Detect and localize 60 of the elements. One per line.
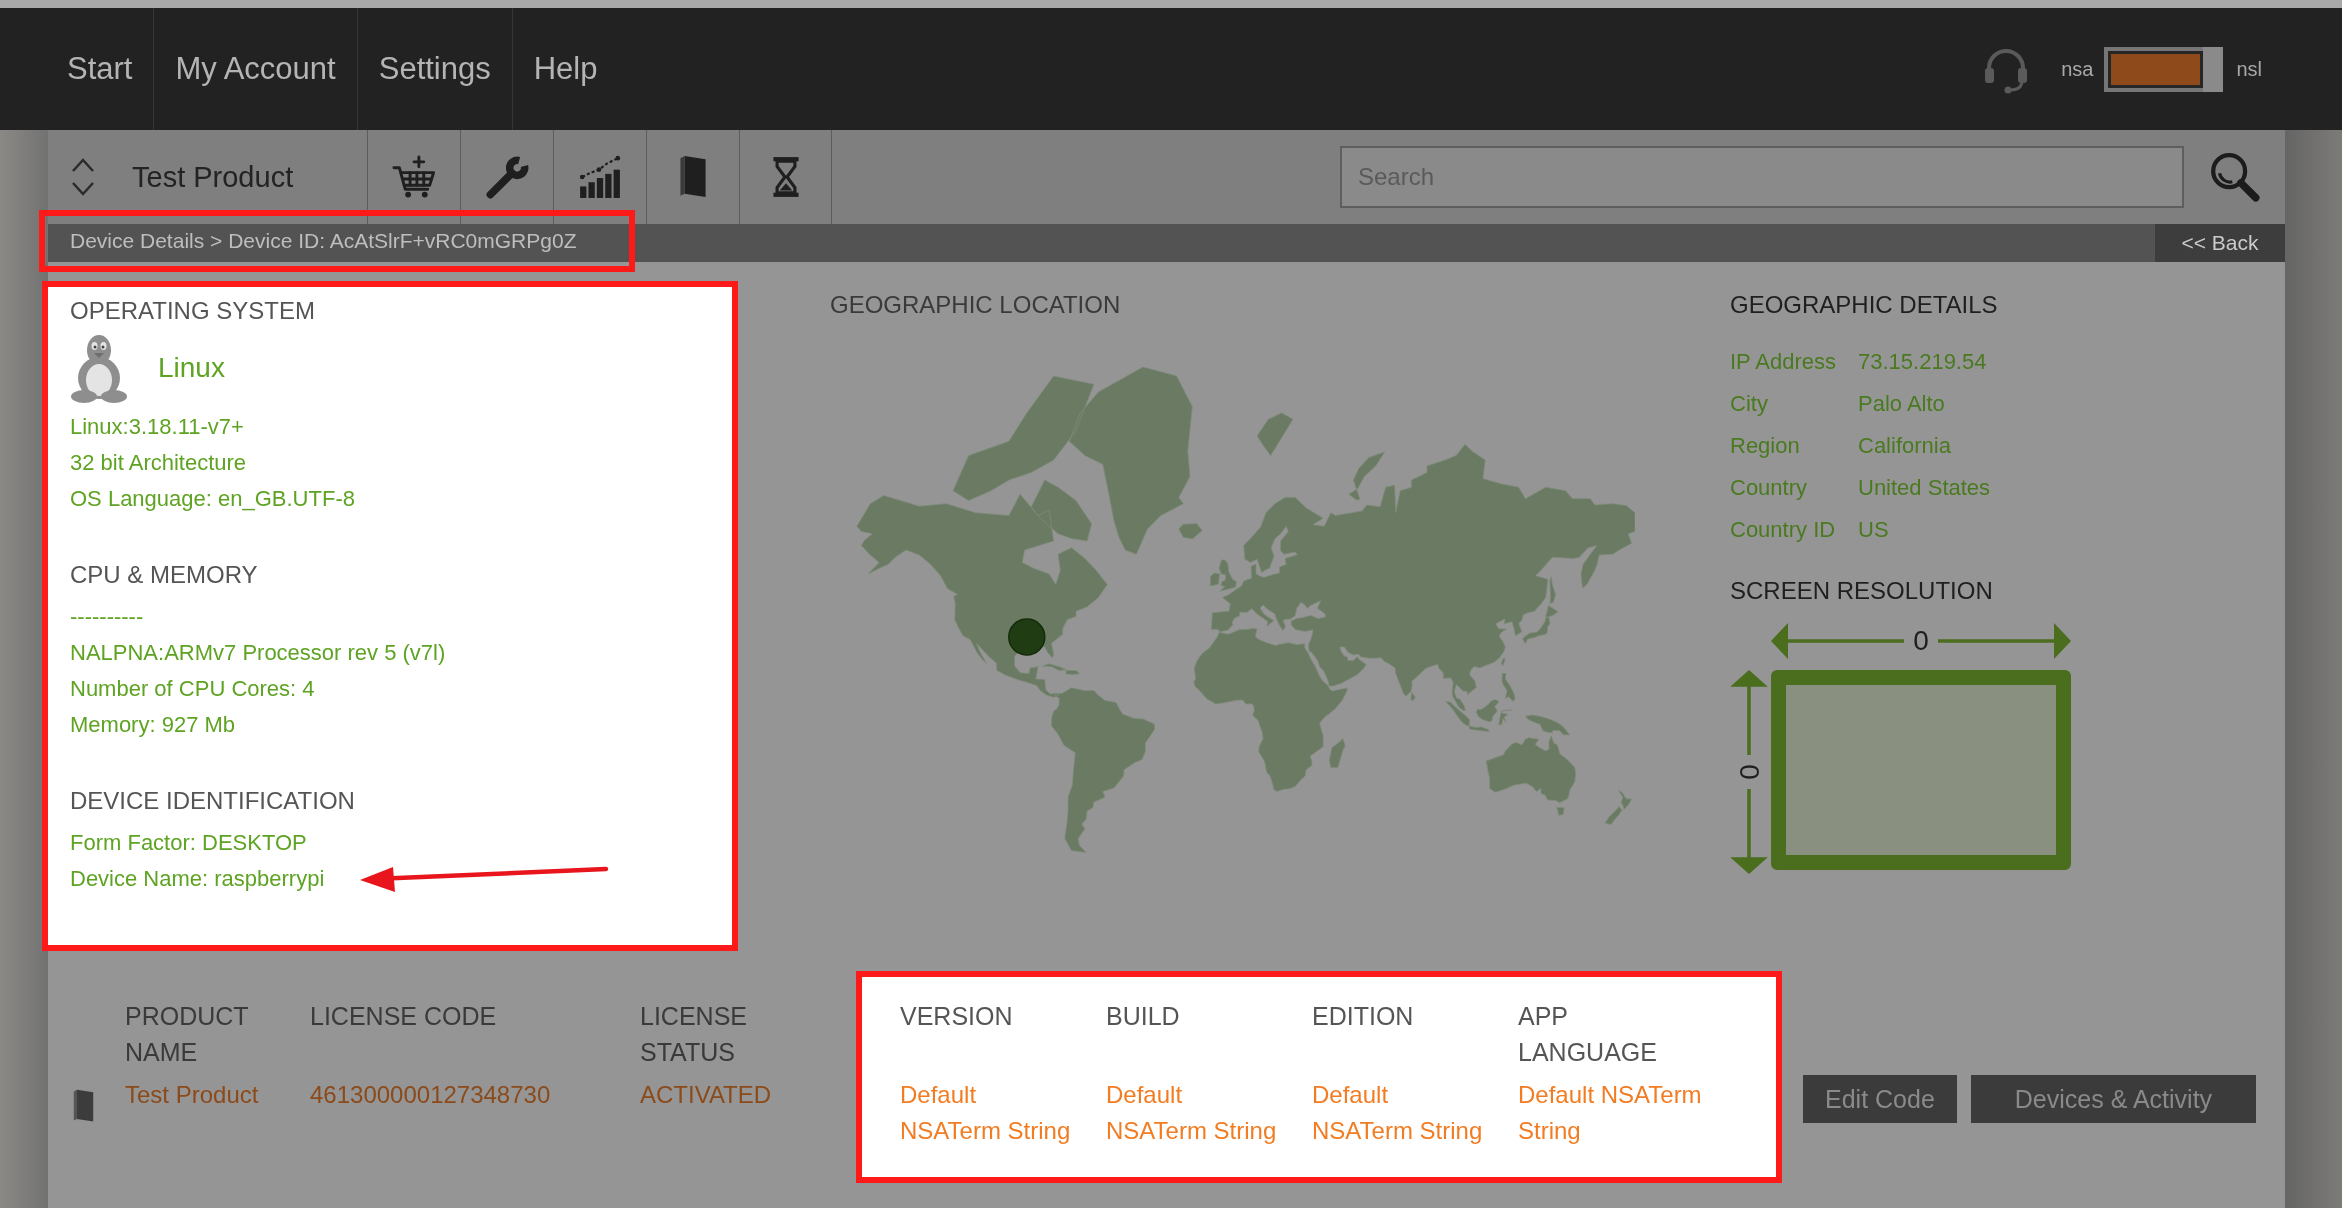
wrench-icon [485,155,529,199]
detail-line: Memory: 927 Mb [70,711,236,739]
penguin-icon [70,333,128,403]
column-header: APP LANGUAGE [1518,1001,1658,1068]
version-value: Default NSATerm String [900,1080,1072,1146]
version-value: Default NSATerm String [1106,1080,1278,1146]
version-value: Default NSATerm String [1312,1080,1484,1146]
detail-value: California [1858,433,1952,459]
section-heading: SCREEN RESOLUTION [1730,576,1994,606]
column-header: LICENSE CODE [310,1001,498,1032]
toggle-switch[interactable] [2104,46,2224,92]
toggle-label: nsl [2236,57,2262,81]
license-value: 461300000127348730 [310,1080,552,1110]
license-value: Test Product [125,1080,260,1110]
back-button[interactable]: << Back [2155,224,2285,262]
detail-value: 73.15.219.54 [1858,349,1988,375]
location-marker-icon [1008,618,1046,656]
up-arrow-icon [1730,670,1768,757]
search-icon [2209,152,2260,202]
detail-value: US [1858,517,1890,543]
detail-line: Number of CPU Cores: 4 [70,675,315,703]
detail-line: ---------- [70,603,144,631]
detail-line: Form Factor: DESKTOP [70,829,307,857]
detail-label: Region [1730,433,1801,459]
detail-line: Device Name: raspberrypi [70,865,325,893]
resolution-width: 0 [1913,626,1929,656]
column-header: EDITION [1312,1001,1415,1032]
column-header: BUILD [1106,1001,1181,1032]
resolution-height: 0 [1734,764,1764,780]
section-heading: CPU & MEMORY [70,560,259,590]
detail-label: Country [1730,475,1809,501]
cart-plus-icon [392,155,436,199]
os-name: Linux [158,352,225,384]
detail-line: OS Language: en_GB.UTF-8 [70,485,355,513]
right-arrow-icon [1936,622,2071,660]
column-header: VERSION [900,1001,1014,1032]
detail-label: Country ID [1730,517,1837,543]
detail-line: 32 bit Architecture [70,449,247,477]
detail-line: NALPNA:ARMv7 Processor rev 5 (v7l) [70,639,446,667]
left-arrow-icon [1771,622,1906,660]
breadcrumb: Device Details > Device ID: AcAtSlrF+vRC0mGRPg0Z [70,228,577,254]
detail-line: Linux:3.18.11-v7+ [70,413,244,441]
column-header: PRODUCT NAME [125,1001,250,1068]
section-heading: OPERATING SYSTEM [70,296,316,326]
section-heading: DEVICE IDENTIFICATION [70,786,356,816]
section-heading: GEOGRAPHIC DETAILS [1730,290,1999,320]
toggle-label: nsa [2061,57,2094,81]
section-heading: GEOGRAPHIC LOCATION [830,290,1122,320]
up-down-chevron-icon [70,157,96,197]
detail-value: United States [1858,475,1992,501]
version-value: Default NSATerm String [1518,1080,1703,1146]
detail-label: IP Address [1730,349,1837,375]
column-header: LICENSE STATUS [640,1001,748,1068]
detail-label: City [1730,391,1769,417]
bar-chart-icon [578,155,622,199]
product-selector[interactable]: Test Product [48,130,367,224]
license-value: ACTIVATED [640,1080,773,1110]
detail-value: Palo Alto [1858,391,1946,417]
nav-menu-item[interactable]: Help [512,8,619,130]
down-arrow-icon [1730,787,1768,874]
